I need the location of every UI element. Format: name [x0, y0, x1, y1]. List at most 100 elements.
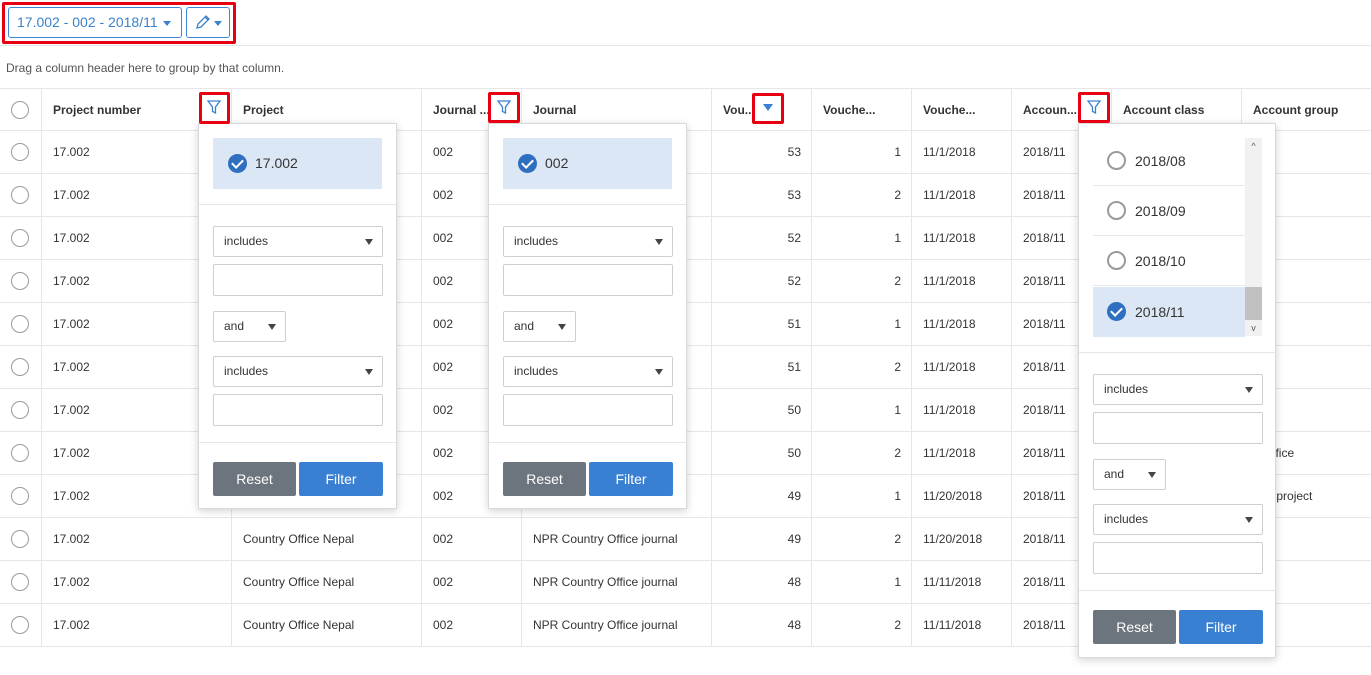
row-select-radio[interactable]	[11, 401, 29, 419]
divider	[1079, 590, 1275, 591]
col-header-voucher-date[interactable]: Vouche...	[911, 89, 1011, 130]
filter-popup-account-period: ^ v 2018/08 2018/09 2018/10 2018/11 incl…	[1078, 123, 1276, 658]
scroll-up-icon[interactable]: ^	[1245, 139, 1262, 153]
cell-voucher-line: 2	[811, 346, 911, 388]
row-select-radio[interactable]	[11, 487, 29, 505]
filter-button-account-period[interactable]	[1079, 93, 1109, 123]
chevron-down-icon	[558, 324, 566, 330]
filter-checked-item[interactable]: 17.002	[213, 138, 382, 189]
cell-voucher-number: 49	[711, 518, 811, 560]
radio-circle-icon	[1107, 151, 1126, 170]
group-by-hint: Drag a column header here to group by th…	[6, 61, 285, 75]
row-select-cell	[0, 346, 41, 388]
checkmark-circle-icon	[228, 154, 247, 173]
operator2-select[interactable]: includes	[1093, 504, 1263, 535]
filter-checked-item[interactable]: 002	[503, 138, 672, 189]
radio-circle-icon	[1107, 201, 1126, 220]
operator2-select[interactable]: includes	[213, 356, 383, 387]
cell-journal-code: 002	[421, 561, 521, 603]
logic-select[interactable]: and	[503, 311, 576, 342]
operator1-select[interactable]: includes	[1093, 374, 1263, 405]
filter-option-2018-10[interactable]: 2018/10	[1093, 236, 1245, 286]
filter-button-journal-code[interactable]	[489, 93, 519, 123]
filter-popup-journal-code: 002 includes and includes Reset Filter	[488, 123, 687, 509]
reset-button[interactable]: Reset	[213, 462, 296, 496]
row-select-cell	[0, 303, 41, 345]
logic-select[interactable]: and	[1093, 459, 1166, 490]
filter-button[interactable]: Filter	[299, 462, 383, 496]
value2-input[interactable]	[213, 394, 383, 426]
cell-project: Country Office Nepal	[231, 604, 421, 646]
selection-label: 17.002 - 002 - 2018/11	[17, 14, 158, 30]
cell-voucher-number: 48	[711, 561, 811, 603]
row-select-radio[interactable]	[11, 143, 29, 161]
filter-option-2018-09[interactable]: 2018/09	[1093, 186, 1245, 236]
filter-button[interactable]: Filter	[1179, 610, 1263, 644]
row-select-radio[interactable]	[11, 573, 29, 591]
filter-button-project-number[interactable]	[199, 93, 229, 123]
value1-input[interactable]	[213, 264, 383, 296]
col-header-voucher-line[interactable]: Vouche...	[811, 89, 911, 130]
filter-button[interactable]: Filter	[589, 462, 673, 496]
cell-voucher-line: 1	[811, 561, 911, 603]
filter-option-2018-08[interactable]: 2018/08	[1093, 136, 1245, 186]
operator1-select[interactable]: includes	[213, 226, 383, 257]
edit-dropdown-button[interactable]	[186, 7, 230, 38]
divider	[489, 204, 686, 205]
cell-voucher-line: 2	[811, 432, 911, 474]
cell-voucher-line: 2	[811, 604, 911, 646]
row-select-cell	[0, 260, 41, 302]
filter-popup-project-number: 17.002 includes and includes Reset Filte…	[198, 123, 397, 509]
operator2-select[interactable]: includes	[503, 356, 673, 387]
chevron-down-icon	[1245, 517, 1253, 523]
row-select-cell	[0, 518, 41, 560]
cell-voucher-date: 11/11/2018	[911, 561, 1011, 603]
row-select-radio[interactable]	[11, 530, 29, 548]
chevron-down-icon	[1148, 472, 1156, 478]
row-select-cell	[0, 561, 41, 603]
chevron-down-icon	[162, 20, 171, 26]
chevron-down-icon	[655, 369, 663, 375]
reset-button[interactable]: Reset	[503, 462, 586, 496]
cell-voucher-date: 11/1/2018	[911, 260, 1011, 302]
row-select-cell	[0, 475, 41, 517]
row-select-radio[interactable]	[11, 358, 29, 376]
filter-funnel-icon	[497, 100, 511, 115]
filter-funnel-icon	[1087, 100, 1101, 115]
cell-project-number: 17.002	[41, 518, 231, 560]
cell-journal: NPR Country Office journal	[521, 604, 711, 646]
value2-input[interactable]	[1093, 542, 1263, 574]
cell-journal-code: 002	[421, 604, 521, 646]
cell-voucher-number: 53	[711, 174, 811, 216]
checkmark-circle-icon	[1107, 302, 1126, 321]
cell-voucher-date: 11/1/2018	[911, 131, 1011, 173]
select-all-cell	[0, 89, 41, 130]
cell-voucher-line: 2	[811, 174, 911, 216]
reset-button[interactable]: Reset	[1093, 610, 1176, 644]
cell-voucher-date: 11/20/2018	[911, 518, 1011, 560]
cell-voucher-line: 1	[811, 131, 911, 173]
logic-select[interactable]: and	[213, 311, 286, 342]
scrollbar-thumb[interactable]	[1245, 287, 1262, 320]
divider	[199, 442, 396, 443]
selection-dropdown-button[interactable]: 17.002 - 002 - 2018/11	[8, 7, 182, 38]
filter-option-2018-11[interactable]: 2018/11	[1093, 287, 1245, 337]
row-select-radio[interactable]	[11, 315, 29, 333]
row-select-radio[interactable]	[11, 229, 29, 247]
row-select-radio[interactable]	[11, 444, 29, 462]
operator1-select[interactable]: includes	[503, 226, 673, 257]
cell-voucher-number: 50	[711, 389, 811, 431]
select-all-radio[interactable]	[11, 101, 29, 119]
value2-input[interactable]	[503, 394, 673, 426]
cell-voucher-line: 1	[811, 303, 911, 345]
scroll-down-icon[interactable]: v	[1245, 321, 1262, 335]
cell-voucher-number: 51	[711, 346, 811, 388]
value1-input[interactable]	[1093, 412, 1263, 444]
cell-voucher-line: 1	[811, 475, 911, 517]
row-select-radio[interactable]	[11, 272, 29, 290]
row-select-radio[interactable]	[11, 616, 29, 634]
cell-voucher-line: 2	[811, 518, 911, 560]
row-select-radio[interactable]	[11, 186, 29, 204]
value1-input[interactable]	[503, 264, 673, 296]
filter-button-voucher-number[interactable]	[753, 93, 783, 123]
